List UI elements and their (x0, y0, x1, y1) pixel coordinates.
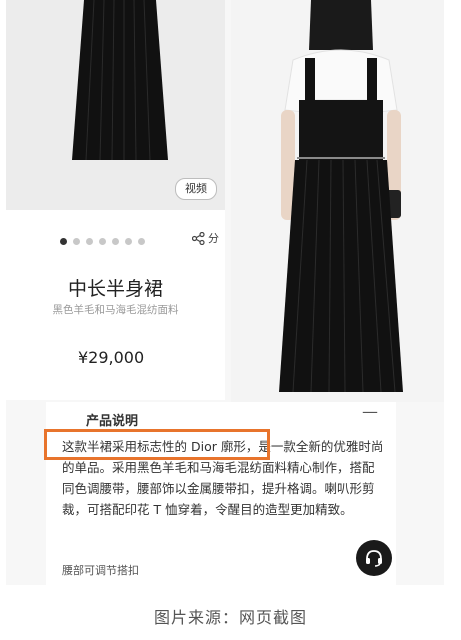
carousel-dot[interactable] (112, 238, 119, 245)
carousel-dot[interactable] (60, 238, 67, 245)
video-button-label: 视频 (185, 182, 207, 195)
carousel-dot[interactable] (138, 238, 145, 245)
product-subtitle: 黑色羊毛和马海毛混纺面料 (52, 304, 179, 316)
carousel-dots[interactable] (60, 238, 145, 245)
product-info: 分 中长半身裙 黑色羊毛和马海毛混纺面料 ¥29,000 (6, 210, 225, 400)
product-photo[interactable]: 视频 (6, 0, 225, 210)
model-photo[interactable] (231, 0, 444, 402)
image-caption: 图片来源：网页截图 (153, 608, 307, 627)
chat-button[interactable] (356, 540, 392, 576)
product-title: 中长半身裙 (67, 278, 163, 300)
model-image (279, 0, 403, 393)
collapse-toggle[interactable]: — (362, 402, 378, 421)
description-heading[interactable]: 产品说明 (86, 410, 138, 429)
carousel-dot[interactable] (99, 238, 106, 245)
description-more[interactable]: 腰部可调节搭扣 (62, 562, 139, 578)
carousel-dot[interactable] (73, 238, 80, 245)
screenshot-frame: 视频 分 中长半身裙 黑色羊毛和马海毛混纺面料 ¥29,000 产品说明 — 这… (6, 0, 444, 585)
carousel-dot[interactable] (86, 238, 93, 245)
product-price: ¥29,000 (78, 348, 145, 367)
share-label: 分 (208, 232, 219, 245)
video-button[interactable]: 视频 (175, 178, 217, 200)
headset-icon (366, 550, 382, 567)
share-button[interactable]: 分 (192, 230, 219, 246)
highlight-box (44, 429, 270, 460)
carousel-dot[interactable] (125, 238, 132, 245)
share-icon (192, 231, 205, 245)
